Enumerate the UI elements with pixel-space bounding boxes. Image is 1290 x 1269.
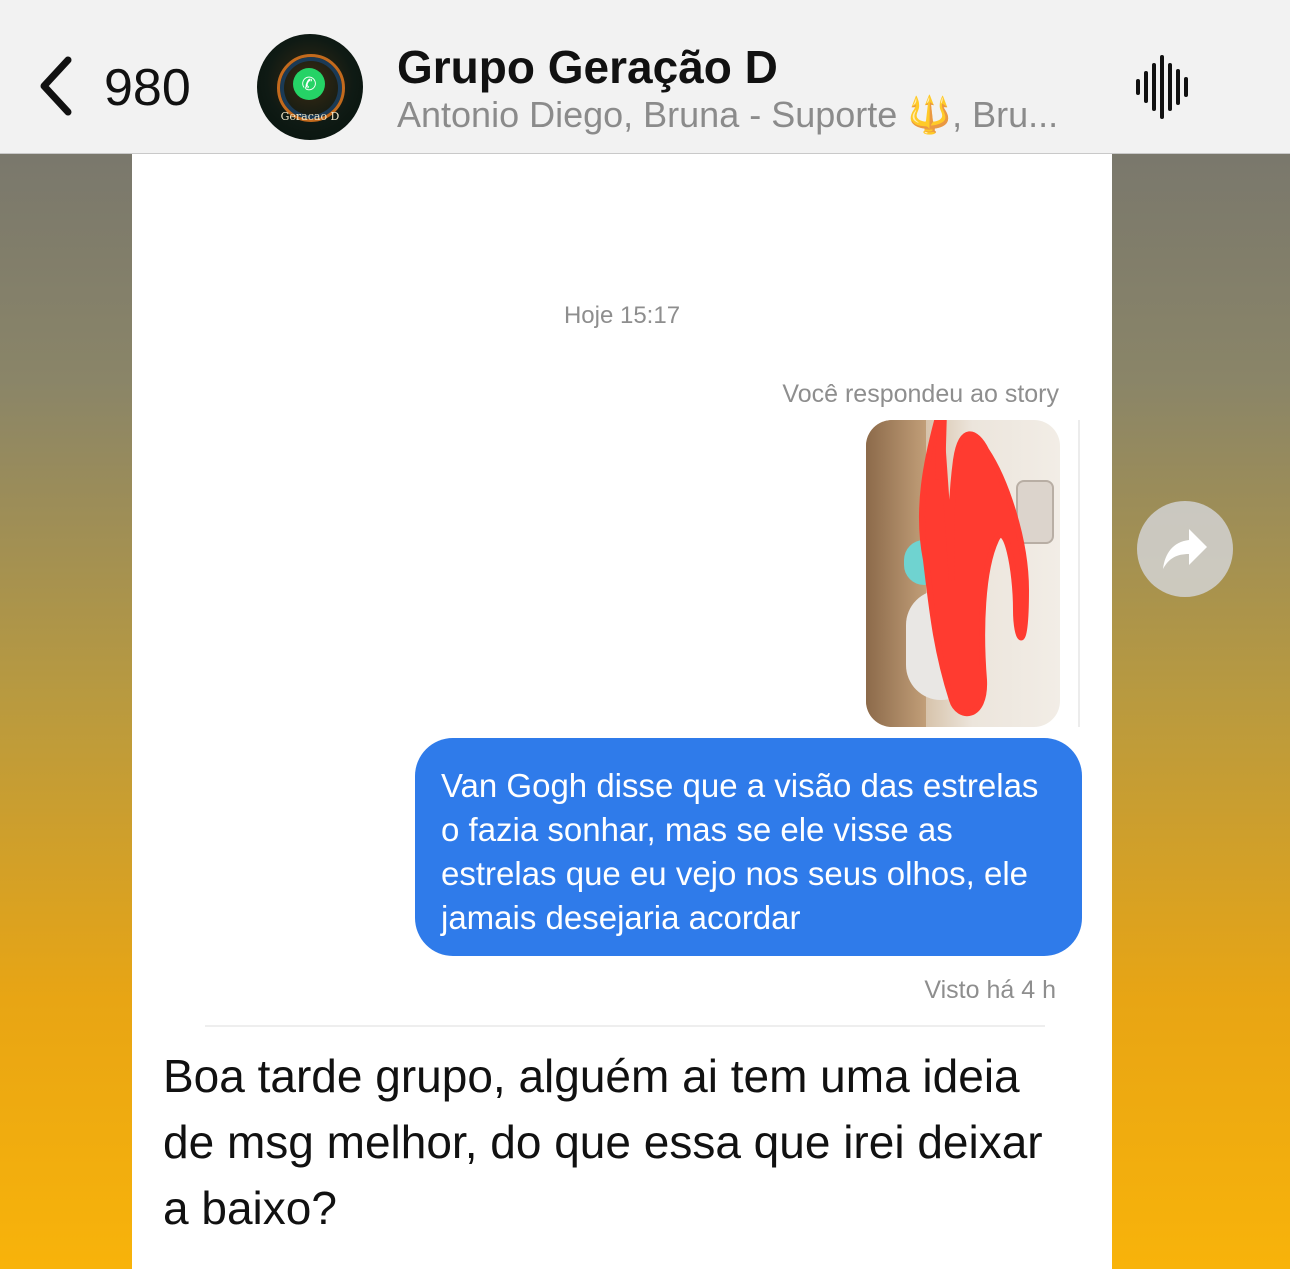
forward-button[interactable] [1137, 501, 1233, 597]
unread-count: 980 [104, 59, 191, 117]
audio-waveform-icon [1136, 55, 1188, 119]
caption-text: Boa tarde grupo, alguém ai tem uma ideia… [163, 1050, 1043, 1234]
red-scribble-redaction [918, 420, 1030, 717]
story-reply-caption: Você respondeu ao story [782, 380, 1059, 408]
chat-header: 980 ✆ Geracao D Grupo Geração D Antonio … [0, 0, 1290, 154]
sent-message-bubble[interactable]: Van Gogh disse que a visão das estrelas … [415, 738, 1082, 956]
group-title[interactable]: Grupo Geração D [397, 40, 778, 94]
divider [205, 1025, 1045, 1027]
shared-screenshot[interactable]: Hoje 15:17 Você respondeu ao story Van G… [132, 154, 1112, 1269]
sent-message-text: Van Gogh disse que a visão das estrelas … [441, 767, 1039, 936]
avatar-caption: Geracao D [280, 110, 340, 123]
story-edge [1078, 420, 1080, 727]
chevron-left-icon [40, 56, 72, 116]
seen-status: Visto há 4 h [924, 976, 1056, 1004]
forward-arrow-icon [1163, 529, 1207, 569]
group-members[interactable]: Antonio Diego, Bruna - Suporte 🔱, Bru... [397, 94, 1058, 136]
whatsapp-icon: ✆ [293, 68, 325, 100]
back-button[interactable]: 980 [30, 52, 210, 122]
audio-call-button[interactable] [1134, 55, 1194, 119]
chat-timestamp: Hoje 15:17 [563, 302, 681, 329]
story-thumbnail[interactable] [866, 420, 1060, 727]
group-avatar[interactable]: ✆ Geracao D [257, 34, 363, 140]
